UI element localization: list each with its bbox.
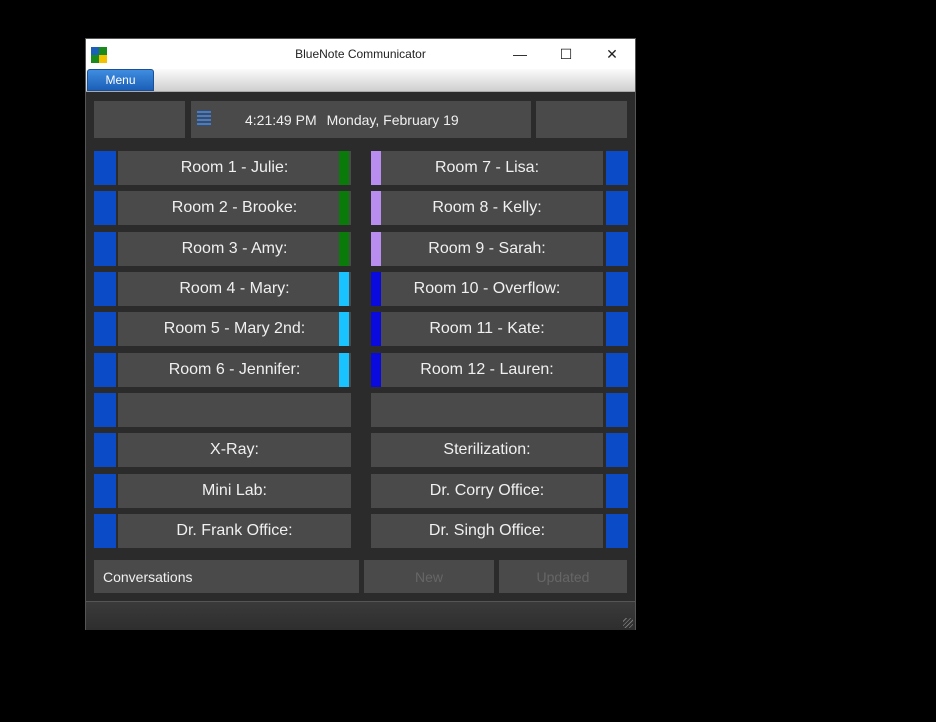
left-room-button-5[interactable]: Room 5 - Mary 2nd: (118, 312, 351, 346)
left-room-indicator-1 (339, 151, 349, 185)
right-status-stripe-10 (606, 514, 628, 548)
right-status-stripe-8 (606, 433, 628, 467)
left-status-stripe-7 (94, 393, 116, 427)
left-room-button-8[interactable]: X-Ray: (118, 433, 351, 467)
left-room-button-2[interactable]: Room 2 - Brooke: (118, 191, 351, 225)
resize-grip-icon[interactable] (623, 618, 633, 628)
right-status-stripe-1 (606, 151, 628, 185)
left-status-stripe-6 (94, 353, 116, 387)
right-room-indicator-4 (371, 272, 381, 306)
right-status-stripe-3 (606, 232, 628, 266)
left-room-button-9[interactable]: Mini Lab: (118, 474, 351, 508)
status-bar (86, 601, 635, 630)
left-status-stripe-1 (94, 151, 116, 185)
header-right-panel (536, 101, 627, 138)
right-room-button-2[interactable]: Room 8 - Kelly: (371, 191, 603, 225)
new-button[interactable]: New (364, 560, 494, 593)
right-room-indicator-6 (371, 353, 381, 387)
left-status-stripe-10 (94, 514, 116, 548)
right-room-indicator-1 (371, 151, 381, 185)
right-room-indicator-3 (371, 232, 381, 266)
left-room-button-10[interactable]: Dr. Frank Office: (118, 514, 351, 548)
left-status-stripe-3 (94, 232, 116, 266)
left-room-indicator-3 (339, 232, 349, 266)
right-status-stripe-5 (606, 312, 628, 346)
maximize-button[interactable]: ☐ (543, 39, 589, 69)
conversations-panel[interactable]: Conversations (94, 560, 359, 593)
app-window: BlueNote Communicator — ☐ ✕ Menu 4:21:49… (85, 38, 636, 630)
left-room-indicator-5 (339, 312, 349, 346)
left-room-button-4[interactable]: Room 4 - Mary: (118, 272, 351, 306)
left-status-stripe-2 (94, 191, 116, 225)
left-status-stripe-8 (94, 433, 116, 467)
close-button[interactable]: ✕ (589, 39, 635, 69)
left-status-stripe-5 (94, 312, 116, 346)
right-room-indicator-5 (371, 312, 381, 346)
left-status-stripe-9 (94, 474, 116, 508)
left-room-button-6[interactable]: Room 6 - Jennifer: (118, 353, 351, 387)
minimize-button[interactable]: — (497, 39, 543, 69)
left-room-indicator-6 (339, 353, 349, 387)
clock-panel: 4:21:49 PM Monday, February 19 (191, 101, 531, 138)
list-icon[interactable] (197, 111, 211, 127)
right-room-button-5[interactable]: Room 11 - Kate: (371, 312, 603, 346)
right-room-button-1[interactable]: Room 7 - Lisa: (371, 151, 603, 185)
right-room-button-3[interactable]: Room 9 - Sarah: (371, 232, 603, 266)
updated-button[interactable]: Updated (499, 560, 627, 593)
menu-bar: Menu (86, 69, 635, 92)
right-room-button-6[interactable]: Room 12 - Lauren: (371, 353, 603, 387)
right-status-stripe-6 (606, 353, 628, 387)
menu-button[interactable]: Menu (87, 69, 154, 91)
right-status-stripe-2 (606, 191, 628, 225)
left-status-stripe-4 (94, 272, 116, 306)
right-room-button-10[interactable]: Dr. Singh Office: (371, 514, 603, 548)
left-room-indicator-2 (339, 191, 349, 225)
left-room-indicator-4 (339, 272, 349, 306)
left-room-button-7[interactable] (118, 393, 351, 427)
right-room-indicator-2 (371, 191, 381, 225)
right-room-button-4[interactable]: Room 10 - Overflow: (371, 272, 603, 306)
right-room-button-7[interactable] (371, 393, 603, 427)
clock-date: Monday, February 19 (326, 111, 459, 128)
left-room-button-3[interactable]: Room 3 - Amy: (118, 232, 351, 266)
right-room-button-8[interactable]: Sterilization: (371, 433, 603, 467)
right-status-stripe-9 (606, 474, 628, 508)
right-status-stripe-7 (606, 393, 628, 427)
clock-time: 4:21:49 PM (245, 111, 317, 128)
header-left-panel (94, 101, 185, 138)
right-room-button-9[interactable]: Dr. Corry Office: (371, 474, 603, 508)
title-bar[interactable]: BlueNote Communicator — ☐ ✕ (86, 39, 635, 69)
left-room-button-1[interactable]: Room 1 - Julie: (118, 151, 351, 185)
right-status-stripe-4 (606, 272, 628, 306)
